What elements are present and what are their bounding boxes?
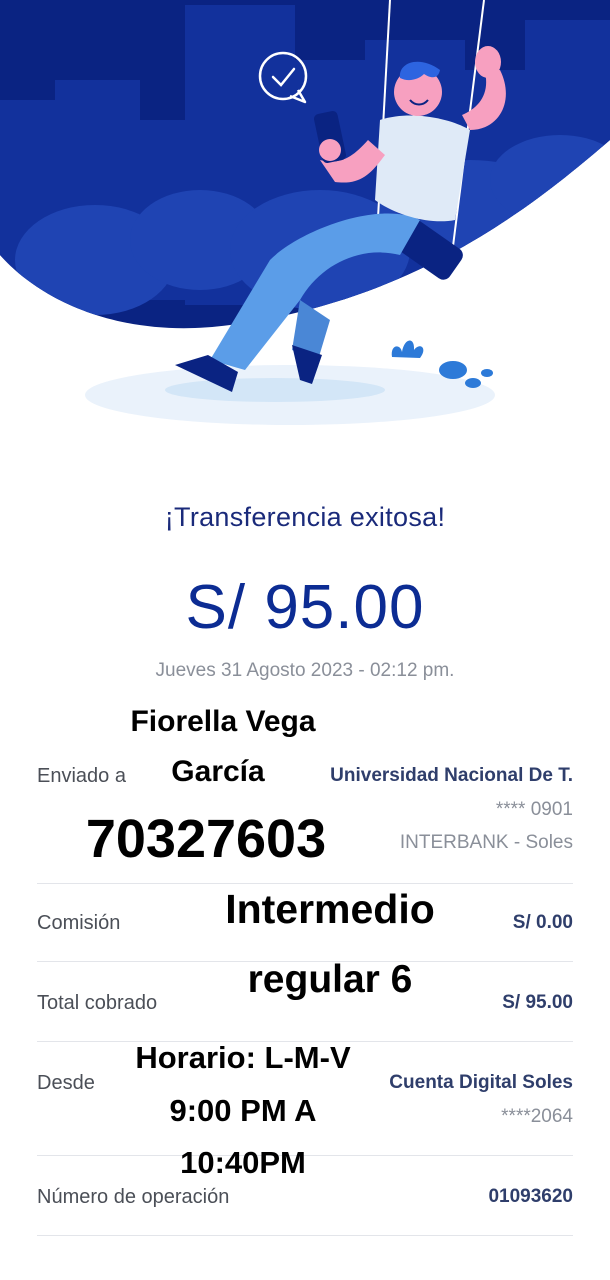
transfer-amount: S/ 95.00 [185,573,425,642]
commission-label: Comisión [37,912,121,934]
operation-number-value: 01093620 [488,1186,573,1207]
source-account-number: ****2064 [501,1106,573,1127]
recipient-bank: INTERBANK - Soles [399,832,573,853]
divider [37,883,573,884]
overlay-name-line2: García [171,755,265,788]
operation-number-label: Número de operación [37,1186,230,1208]
overlay-level-line2: regular 6 [247,958,413,1001]
overlay-level-line1: Intermedio [225,886,435,932]
transfer-datetime: Jueves 31 Agosto 2023 - 02:12 pm. [155,660,455,681]
source-account-name: Cuenta Digital Soles [389,1072,573,1093]
divider [37,1235,573,1236]
overlay-name-line1: Fiorella Vega [130,705,316,738]
overlay-number: 70327603 [85,809,327,869]
recipient-account: **** 0901 [495,799,573,820]
hero-illustration [0,0,610,425]
overlay-schedule-line1: Horario: L-M-V [135,1040,351,1075]
total-value: S/ 95.00 [502,992,573,1013]
transfer-success-title: ¡Transferencia exitosa! [164,502,446,532]
commission-value: S/ 0.00 [512,912,573,933]
total-label: Total cobrado [37,992,158,1014]
overlay-schedule-line2: 9:00 PM A [169,1093,317,1128]
from-label: Desde [37,1072,95,1094]
overlay-schedule-line3: 10:40PM [180,1145,306,1180]
recipient-name: Universidad Nacional De T. [330,765,573,786]
